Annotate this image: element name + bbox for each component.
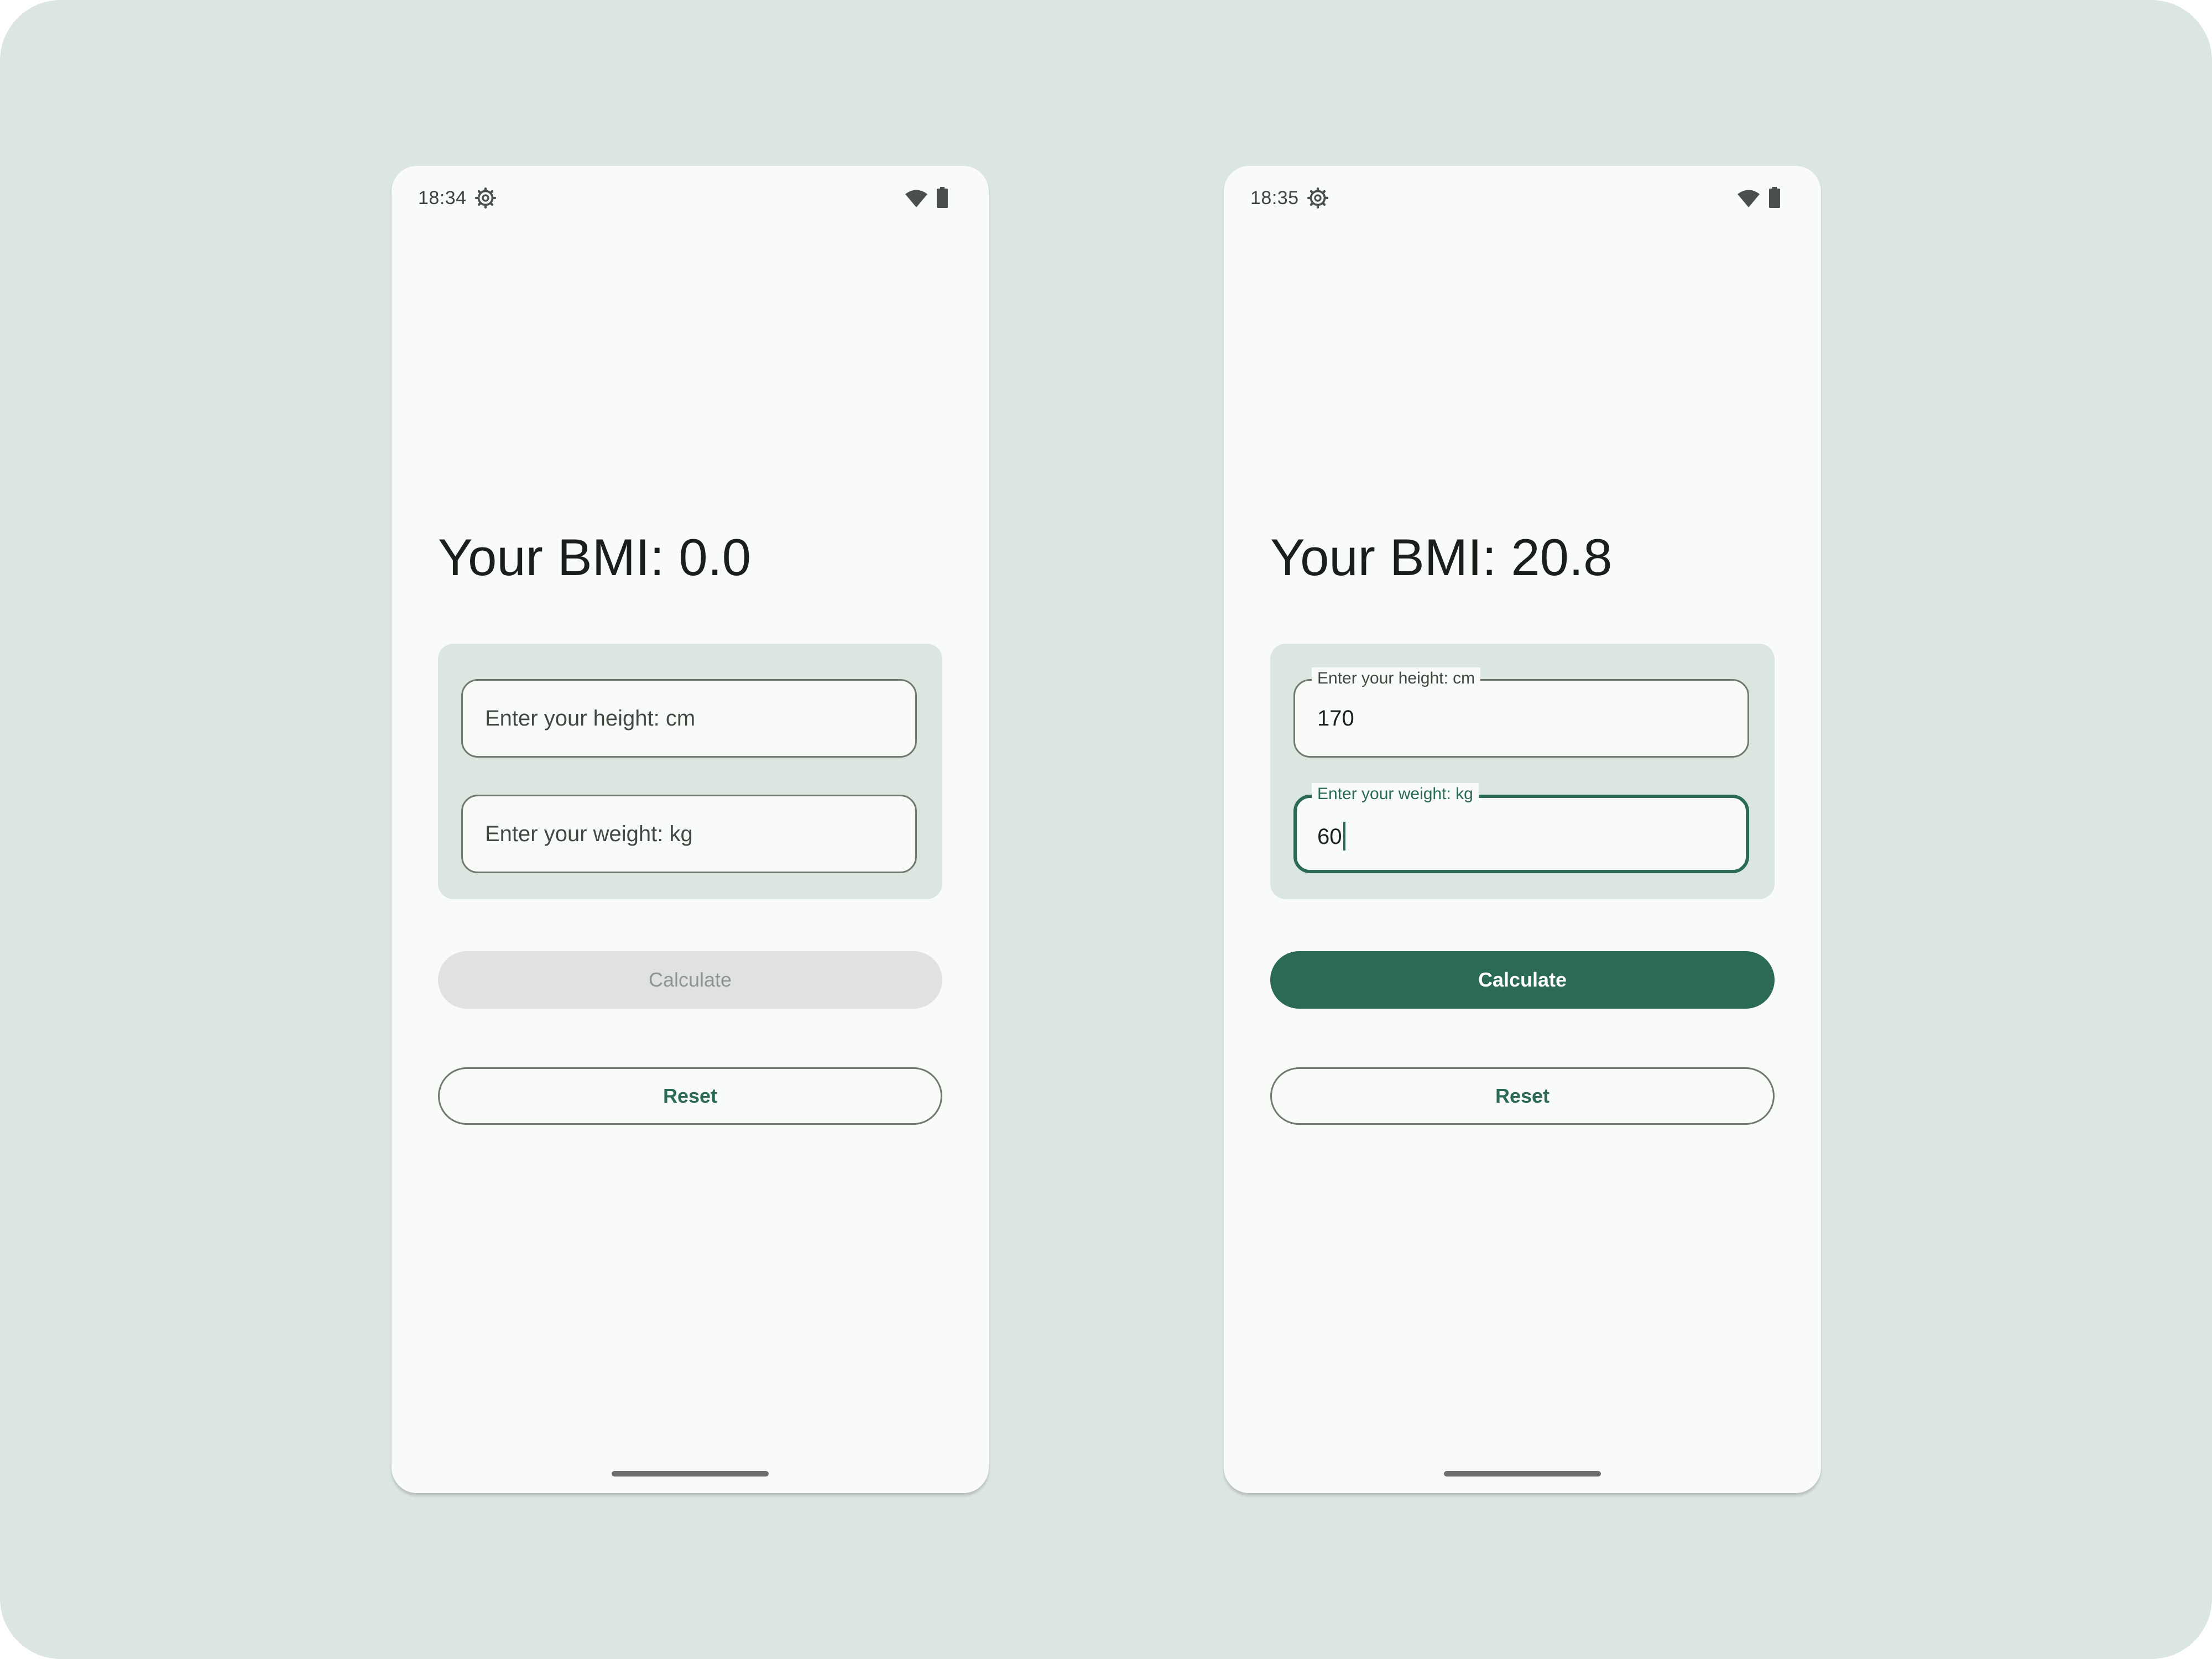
phone-screen-filled: 18:35 Your BMI: 20.8 Enter your height: …	[1224, 166, 1821, 1493]
settings-icon	[474, 187, 497, 209]
settings-icon	[1307, 187, 1329, 209]
wifi-icon	[905, 190, 927, 207]
height-input-value: 170	[1317, 706, 1354, 731]
height-input[interactable]: Enter your height: cm	[461, 679, 917, 758]
status-bar: 18:34	[392, 166, 989, 232]
showcase-background: 18:34 Your BMI: 0.0 Enter your height: c…	[0, 0, 2212, 1659]
bmi-result-text: Your BMI: 20.8	[1270, 528, 1613, 586]
input-card: Enter your height: cm 170 Enter your wei…	[1270, 644, 1775, 899]
status-bar: 18:35	[1224, 166, 1821, 232]
status-time: 18:35	[1250, 187, 1299, 208]
calculate-button[interactable]: Calculate	[438, 951, 942, 1009]
weight-input-value: 60	[1317, 825, 1342, 849]
text-cursor	[1343, 822, 1345, 851]
wifi-icon	[1738, 190, 1760, 207]
weight-input-placeholder: Enter your weight: kg	[485, 822, 693, 846]
height-input-placeholder: Enter your height: cm	[485, 706, 696, 731]
weight-input[interactable]: Enter your weight: kg 60	[1293, 783, 1749, 873]
weight-input-value-wrap: 60	[1317, 822, 1345, 851]
bmi-result-text: Your BMI: 0.0	[438, 528, 752, 586]
reset-button[interactable]: Reset	[1270, 1067, 1775, 1125]
reset-button[interactable]: Reset	[438, 1067, 942, 1125]
height-input-label: Enter your height: cm	[1312, 667, 1481, 690]
home-indicator[interactable]	[612, 1471, 769, 1477]
input-card: Enter your height: cm Enter your weight:…	[438, 644, 942, 899]
height-input[interactable]: Enter your height: cm 170	[1293, 667, 1749, 758]
weight-input-label: Enter your weight: kg	[1312, 783, 1479, 805]
home-indicator[interactable]	[1444, 1471, 1601, 1477]
battery-icon	[1769, 187, 1780, 208]
status-time: 18:34	[418, 187, 467, 208]
weight-input[interactable]: Enter your weight: kg	[461, 795, 917, 873]
battery-icon	[937, 187, 948, 208]
phone-screen-empty: 18:34 Your BMI: 0.0 Enter your height: c…	[392, 166, 989, 1493]
calculate-button[interactable]: Calculate	[1270, 951, 1775, 1009]
